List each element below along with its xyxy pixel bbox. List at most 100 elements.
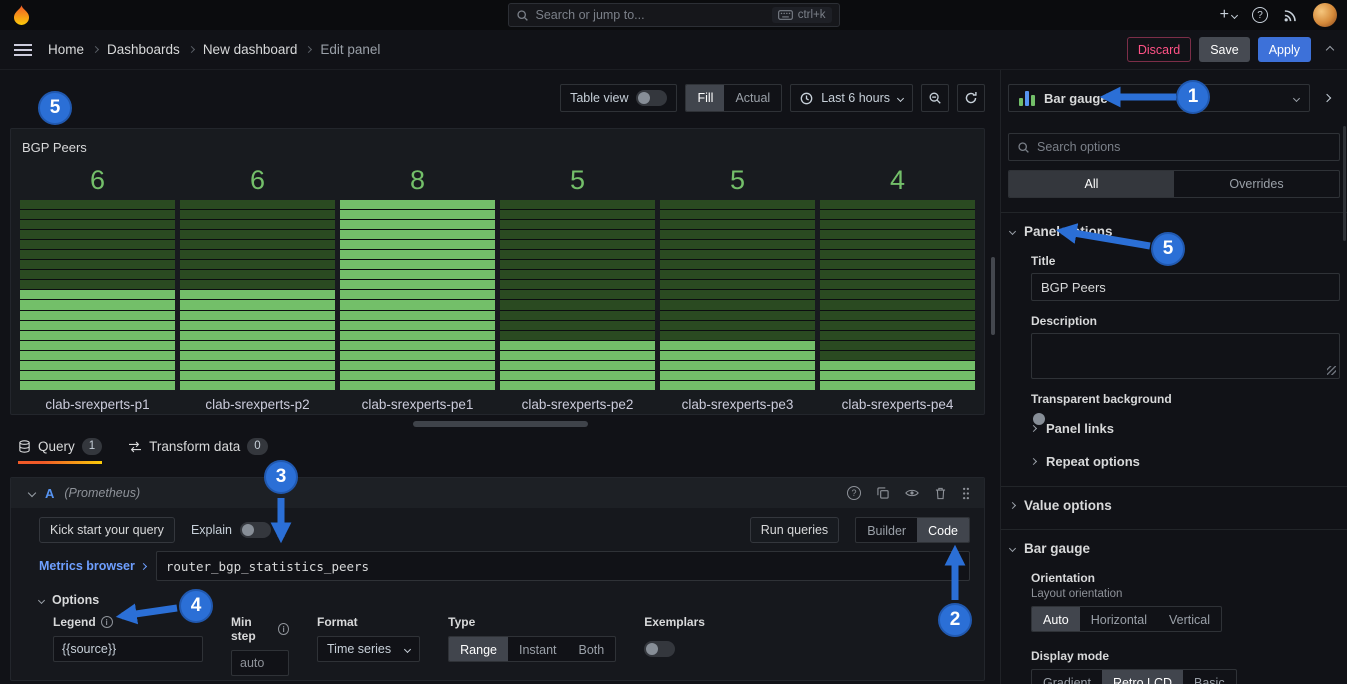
run-queries-button[interactable]: Run queries — [750, 517, 839, 543]
zoom-out-button[interactable] — [921, 84, 949, 112]
chevron-right-icon — [1030, 424, 1037, 431]
lcd-cell-unlit — [820, 250, 975, 259]
lcd-cell-lit — [20, 361, 175, 370]
type-both-button[interactable]: Both — [568, 637, 616, 662]
duplicate-icon[interactable] — [877, 487, 889, 499]
chevron-right-icon — [1323, 94, 1331, 102]
orientation-auto-button[interactable]: Auto — [1032, 607, 1080, 632]
query-toolbar-row: Kick start your query Explain Run querie… — [11, 508, 984, 543]
actual-button[interactable]: Actual — [724, 85, 781, 111]
trash-icon[interactable] — [935, 487, 946, 500]
lcd-cell-unlit — [180, 260, 335, 269]
lcd-cell-unlit — [820, 280, 975, 289]
display-gradient-button[interactable]: Gradient — [1032, 670, 1102, 684]
menu-icon[interactable] — [14, 44, 32, 56]
main-scrollbar-thumb[interactable] — [991, 257, 995, 335]
query-help-icon[interactable] — [847, 486, 861, 500]
breadcrumb-home[interactable]: Home — [48, 42, 84, 57]
info-icon[interactable] — [101, 616, 113, 628]
lcd-cell-unlit — [820, 260, 975, 269]
lcd-cell-lit — [180, 290, 335, 299]
display-retro-lcd-button[interactable]: Retro LCD — [1102, 670, 1183, 684]
kick-start-button[interactable]: Kick start your query — [39, 517, 175, 543]
filter-all-tab[interactable]: All — [1009, 171, 1174, 197]
query-row-header[interactable]: A (Prometheus) — [11, 478, 984, 508]
lcd-cell-lit — [340, 351, 495, 360]
time-range-picker[interactable]: Last 6 hours — [790, 84, 913, 112]
drag-grip-icon[interactable] — [962, 487, 970, 500]
save-button[interactable]: Save — [1199, 37, 1250, 62]
chevron-down-icon — [28, 489, 36, 497]
lcd-cell-unlit — [820, 220, 975, 229]
chevron-down-icon — [1009, 545, 1016, 552]
filter-overrides-tab[interactable]: Overrides — [1174, 171, 1339, 197]
query-expression-input[interactable] — [156, 551, 970, 581]
breadcrumb-new-dashboard[interactable]: New dashboard — [203, 42, 298, 57]
min-step-input[interactable] — [231, 650, 289, 676]
query-editor-card: A (Prometheus) — [10, 477, 985, 681]
topbar-actions — [1220, 0, 1337, 30]
gauge-label: clab-srexperts-pe2 — [500, 397, 655, 412]
orientation-vertical-button[interactable]: Vertical — [1158, 607, 1221, 632]
orientation-horizontal-button[interactable]: Horizontal — [1080, 607, 1158, 632]
apply-button[interactable]: Apply — [1258, 37, 1311, 62]
transparent-background-label: Transparent background — [1031, 392, 1340, 406]
explain-toggle[interactable] — [240, 522, 271, 538]
eye-icon[interactable] — [905, 488, 919, 498]
panel-description-textarea[interactable] — [1031, 333, 1340, 379]
add-button[interactable] — [1220, 7, 1237, 23]
tab-query[interactable]: Query 1 — [18, 438, 102, 464]
metrics-browser-link[interactable]: Metrics browser — [39, 559, 146, 573]
bgp-peers-panel[interactable]: BGP Peers 668554 clab-srexperts-p1clab-s… — [10, 128, 985, 415]
breadcrumb-dashboards[interactable]: Dashboards — [107, 42, 180, 57]
value-options-header: Value options — [1024, 498, 1112, 513]
table-view-toggle[interactable] — [636, 90, 667, 106]
collapse-pane-button[interactable] — [1314, 84, 1340, 112]
chevron-up-icon[interactable] — [1326, 45, 1334, 53]
lcd-cell-unlit — [820, 240, 975, 249]
lcd-cell-lit — [500, 371, 655, 380]
explain-label: Explain — [191, 523, 232, 537]
lcd-cell-unlit — [660, 300, 815, 309]
info-icon[interactable] — [278, 623, 289, 635]
panel-links-section[interactable]: Panel links — [1031, 417, 1340, 439]
shortcut-label: ctrl+k — [798, 9, 826, 21]
legend-input[interactable] — [53, 636, 203, 662]
exemplars-toggle[interactable] — [644, 641, 675, 657]
format-select[interactable]: Time series — [317, 636, 420, 662]
table-view-label: Table view — [570, 91, 628, 105]
builder-button[interactable]: Builder — [856, 518, 917, 543]
gauge-value: 5 — [660, 164, 815, 197]
lcd-cell-unlit — [820, 290, 975, 299]
tab-transform-data[interactable]: Transform data 0 — [128, 438, 267, 464]
user-avatar[interactable] — [1313, 3, 1337, 27]
chevron-down-icon — [38, 596, 45, 603]
type-range-button[interactable]: Range — [449, 637, 508, 662]
sidebar-scrollbar-thumb[interactable] — [1343, 126, 1346, 241]
value-options-section[interactable]: Value options — [1008, 496, 1340, 515]
visualization-picker[interactable]: Bar gauge — [1008, 84, 1310, 112]
lcd-cell-lit — [340, 200, 495, 209]
fill-button[interactable]: Fill — [686, 85, 724, 111]
grafana-logo-icon[interactable] — [12, 5, 31, 26]
lcd-cell-unlit — [20, 230, 175, 239]
gauge-label: clab-srexperts-pe1 — [340, 397, 495, 412]
options-search[interactable] — [1008, 133, 1340, 161]
bar-gauge-viz-icon — [1019, 91, 1035, 106]
refresh-button[interactable] — [957, 84, 985, 112]
options-section-header[interactable]: Options — [11, 581, 984, 607]
panel-title-input[interactable] — [1031, 273, 1340, 301]
lcd-cell-lit — [20, 341, 175, 350]
help-icon[interactable] — [1252, 7, 1268, 23]
chevron-right-icon — [140, 562, 147, 569]
global-search[interactable]: ctrl+k — [508, 3, 840, 27]
type-instant-button[interactable]: Instant — [508, 637, 568, 662]
discard-button[interactable]: Discard — [1127, 37, 1191, 62]
display-basic-button[interactable]: Basic — [1183, 670, 1236, 684]
code-button[interactable]: Code — [917, 518, 969, 543]
options-search-input[interactable] — [1037, 140, 1331, 154]
global-search-input[interactable] — [536, 8, 765, 22]
news-rss-icon[interactable] — [1283, 8, 1298, 23]
bar-gauge-section[interactable]: Bar gauge — [1008, 539, 1340, 558]
repeat-options-section[interactable]: Repeat options — [1031, 450, 1340, 472]
